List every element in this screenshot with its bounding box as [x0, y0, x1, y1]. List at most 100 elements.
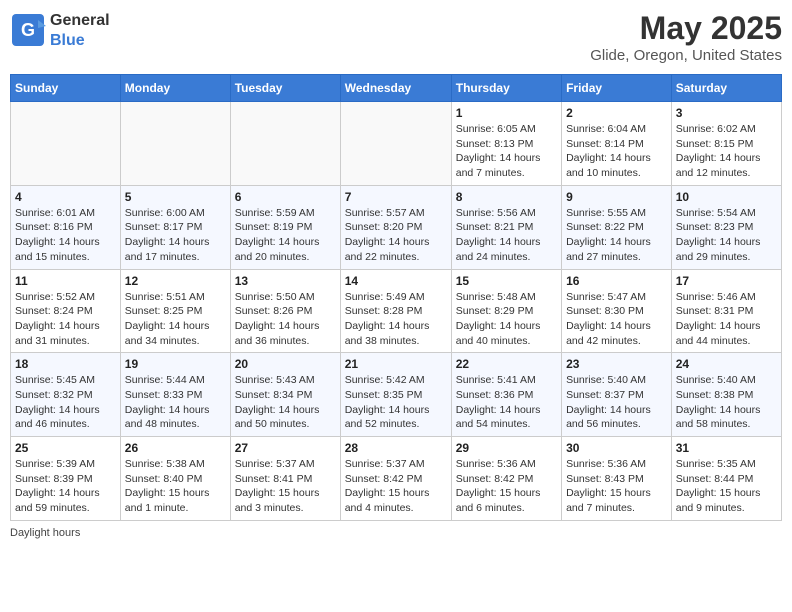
- calendar-table: SundayMondayTuesdayWednesdayThursdayFrid…: [10, 74, 782, 521]
- calendar-cell: 25Sunrise: 5:39 AMSunset: 8:39 PMDayligh…: [11, 437, 121, 521]
- calendar-cell: 2 Sunrise: 6:04 AMSunset: 8:14 PMDaylight…: [562, 102, 672, 186]
- daylight-label: Daylight hours: [10, 527, 80, 539]
- weekday-header-row: SundayMondayTuesdayWednesdayThursdayFrid…: [11, 75, 782, 102]
- day-number: 4: [15, 190, 116, 204]
- weekday-saturday: Saturday: [671, 75, 781, 102]
- day-number: 2: [566, 106, 667, 120]
- calendar-cell: 29 Sunrise: 5:36 AMSunset: 8:42 PMDayligh…: [451, 437, 561, 521]
- day-info: Sunrise: 5:45 AMSunset: 8:32 PMDaylight:…: [15, 373, 116, 432]
- day-info: Sunrise: 5:55 AMSunset: 8:22 PMDaylight:…: [566, 206, 667, 265]
- calendar-cell: 22Sunrise: 5:41 AMSunset: 8:36 PMDayligh…: [451, 353, 561, 437]
- calendar-week-4: 18Sunrise: 5:45 AMSunset: 8:32 PMDayligh…: [11, 353, 782, 437]
- day-number: 8: [456, 190, 557, 204]
- day-info: Sunrise: 5:37 AMSunset: 8:42 PMDaylight:…: [345, 457, 447, 516]
- calendar-cell: [230, 102, 340, 186]
- calendar-cell: 14Sunrise: 5:49 AMSunset: 8:28 PMDayligh…: [340, 269, 451, 353]
- day-number: 5: [125, 190, 226, 204]
- day-number: 7: [345, 190, 447, 204]
- day-info: Sunrise: 5:37 AMSunset: 8:41 PMDaylight:…: [235, 457, 336, 516]
- day-number: 9: [566, 190, 667, 204]
- calendar-cell: 4 Sunrise: 6:01 AMSunset: 8:16 PMDaylight…: [11, 185, 121, 269]
- calendar-cell: 26Sunrise: 5:38 AMSunset: 8:40 PMDayligh…: [120, 437, 230, 521]
- calendar-cell: 19 Sunrise: 5:44 AMSunset: 8:33 PMDayligh…: [120, 353, 230, 437]
- calendar-cell: 17 Sunrise: 5:46 AMSunset: 8:31 PMDayligh…: [671, 269, 781, 353]
- day-info: Sunrise: 5:56 AMSunset: 8:21 PMDaylight:…: [456, 206, 557, 265]
- calendar-cell: 9 Sunrise: 5:55 AMSunset: 8:22 PMDaylight…: [562, 185, 672, 269]
- day-info: Sunrise: 5:48 AMSunset: 8:29 PMDaylight:…: [456, 290, 557, 349]
- day-number: 3: [676, 106, 777, 120]
- calendar-cell: 27 Sunrise: 5:37 AMSunset: 8:41 PMDayligh…: [230, 437, 340, 521]
- calendar-cell: 11 Sunrise: 5:52 AMSunset: 8:24 PMDayligh…: [11, 269, 121, 353]
- day-info: Sunrise: 5:52 AMSunset: 8:24 PMDaylight:…: [15, 290, 116, 349]
- day-number: 17: [676, 274, 777, 288]
- day-number: 10: [676, 190, 777, 204]
- footer: Daylight hours: [10, 527, 782, 539]
- calendar-cell: 3 Sunrise: 6:02 AMSunset: 8:15 PMDaylight…: [671, 102, 781, 186]
- day-info: Sunrise: 5:43 AMSunset: 8:34 PMDaylight:…: [235, 373, 336, 432]
- day-info: Sunrise: 5:54 AMSunset: 8:23 PMDaylight:…: [676, 206, 777, 265]
- calendar-cell: 24Sunrise: 5:40 AMSunset: 8:38 PMDayligh…: [671, 353, 781, 437]
- calendar-cell: 16Sunrise: 5:47 AMSunset: 8:30 PMDayligh…: [562, 269, 672, 353]
- day-info: Sunrise: 6:01 AMSunset: 8:16 PMDaylight:…: [15, 206, 116, 265]
- day-info: Sunrise: 5:57 AMSunset: 8:20 PMDaylight:…: [345, 206, 447, 265]
- day-info: Sunrise: 5:46 AMSunset: 8:31 PMDaylight:…: [676, 290, 777, 349]
- day-info: Sunrise: 5:41 AMSunset: 8:36 PMDaylight:…: [456, 373, 557, 432]
- day-number: 11: [15, 274, 116, 288]
- day-info: Sunrise: 5:36 AMSunset: 8:43 PMDaylight:…: [566, 457, 667, 516]
- day-info: Sunrise: 5:35 AMSunset: 8:44 PMDaylight:…: [676, 457, 777, 516]
- day-info: Sunrise: 5:51 AMSunset: 8:25 PMDaylight:…: [125, 290, 226, 349]
- day-number: 31: [676, 441, 777, 455]
- month-title: May 2025: [590, 10, 782, 47]
- day-info: Sunrise: 5:42 AMSunset: 8:35 PMDaylight:…: [345, 373, 447, 432]
- weekday-sunday: Sunday: [11, 75, 121, 102]
- day-info: Sunrise: 5:59 AMSunset: 8:19 PMDaylight:…: [235, 206, 336, 265]
- weekday-tuesday: Tuesday: [230, 75, 340, 102]
- calendar-cell: 10 Sunrise: 5:54 AMSunset: 8:23 PMDayligh…: [671, 185, 781, 269]
- day-number: 30: [566, 441, 667, 455]
- weekday-wednesday: Wednesday: [340, 75, 451, 102]
- day-number: 12: [125, 274, 226, 288]
- calendar-cell: 30 Sunrise: 5:36 AMSunset: 8:43 PMDayligh…: [562, 437, 672, 521]
- svg-text:G: G: [21, 20, 35, 40]
- calendar-cell: [340, 102, 451, 186]
- day-info: Sunrise: 6:02 AMSunset: 8:15 PMDaylight:…: [676, 122, 777, 181]
- day-number: 20: [235, 357, 336, 371]
- calendar-cell: 5 Sunrise: 6:00 AMSunset: 8:17 PMDaylight…: [120, 185, 230, 269]
- day-number: 14: [345, 274, 447, 288]
- calendar-cell: 12 Sunrise: 5:51 AMSunset: 8:25 PMDayligh…: [120, 269, 230, 353]
- day-number: 23: [566, 357, 667, 371]
- day-number: 16: [566, 274, 667, 288]
- calendar-week-2: 4 Sunrise: 6:01 AMSunset: 8:16 PMDaylight…: [11, 185, 782, 269]
- day-number: 27: [235, 441, 336, 455]
- day-number: 24: [676, 357, 777, 371]
- calendar-cell: 1 Sunrise: 6:05 AMSunset: 8:13 PMDaylight…: [451, 102, 561, 186]
- calendar-cell: 6 Sunrise: 5:59 AMSunset: 8:19 PMDaylight…: [230, 185, 340, 269]
- day-info: Sunrise: 5:40 AMSunset: 8:37 PMDaylight:…: [566, 373, 667, 432]
- calendar-cell: [120, 102, 230, 186]
- day-number: 29: [456, 441, 557, 455]
- day-number: 15: [456, 274, 557, 288]
- day-info: Sunrise: 6:05 AMSunset: 8:13 PMDaylight:…: [456, 122, 557, 181]
- calendar-cell: 13Sunrise: 5:50 AMSunset: 8:26 PMDayligh…: [230, 269, 340, 353]
- day-number: 28: [345, 441, 447, 455]
- calendar-cell: 15 Sunrise: 5:48 AMSunset: 8:29 PMDayligh…: [451, 269, 561, 353]
- day-number: 13: [235, 274, 336, 288]
- calendar-week-5: 25Sunrise: 5:39 AMSunset: 8:39 PMDayligh…: [11, 437, 782, 521]
- day-number: 6: [235, 190, 336, 204]
- calendar-week-3: 11 Sunrise: 5:52 AMSunset: 8:24 PMDayligh…: [11, 269, 782, 353]
- day-info: Sunrise: 6:04 AMSunset: 8:14 PMDaylight:…: [566, 122, 667, 181]
- logo: G General Blue: [10, 10, 110, 50]
- day-info: Sunrise: 5:36 AMSunset: 8:42 PMDaylight:…: [456, 457, 557, 516]
- day-info: Sunrise: 5:39 AMSunset: 8:39 PMDaylight:…: [15, 457, 116, 516]
- logo-blue: Blue: [50, 32, 85, 49]
- calendar-cell: 28 Sunrise: 5:37 AMSunset: 8:42 PMDayligh…: [340, 437, 451, 521]
- day-info: Sunrise: 6:00 AMSunset: 8:17 PMDaylight:…: [125, 206, 226, 265]
- location: Glide, Oregon, United States: [590, 47, 782, 64]
- day-info: Sunrise: 5:44 AMSunset: 8:33 PMDaylight:…: [125, 373, 226, 432]
- calendar-cell: 23 Sunrise: 5:40 AMSunset: 8:37 PMDayligh…: [562, 353, 672, 437]
- logo-icon: G: [10, 12, 46, 48]
- day-number: 1: [456, 106, 557, 120]
- day-number: 21: [345, 357, 447, 371]
- day-number: 19: [125, 357, 226, 371]
- logo-general: General: [50, 12, 110, 29]
